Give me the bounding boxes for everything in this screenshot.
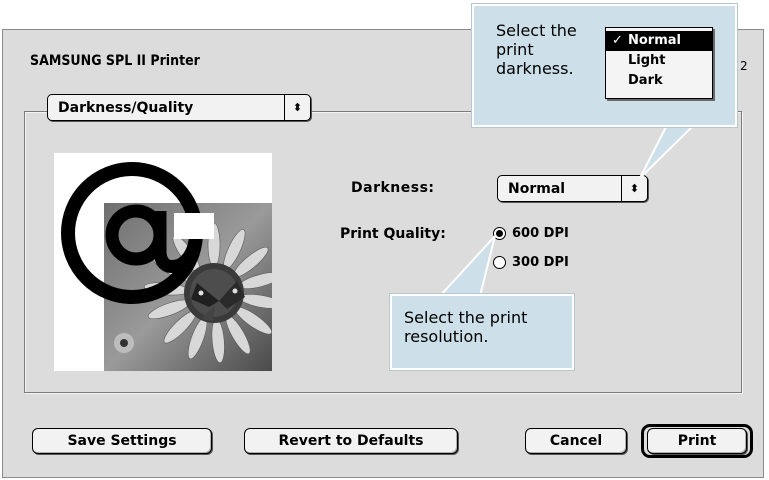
darkness-callout-text: Select the print darkness.	[496, 21, 577, 78]
menu-item-dark-label: Dark	[628, 73, 663, 88]
menu-item-light[interactable]: Light	[606, 51, 712, 71]
menu-item-dark[interactable]: Dark	[606, 71, 712, 91]
menu-item-normal-label: Normal	[628, 33, 681, 48]
menu-item-normal[interactable]: ✓ Normal	[606, 31, 712, 51]
resolution-callout: Select the print resolution.	[390, 294, 574, 370]
darkness-dropdown-menu[interactable]: ✓ Normal Light Dark	[605, 27, 713, 99]
resolution-callout-text: Select the print resolution.	[404, 308, 528, 346]
menu-item-light-label: Light	[628, 53, 666, 68]
checkmark-icon: ✓	[612, 33, 623, 48]
